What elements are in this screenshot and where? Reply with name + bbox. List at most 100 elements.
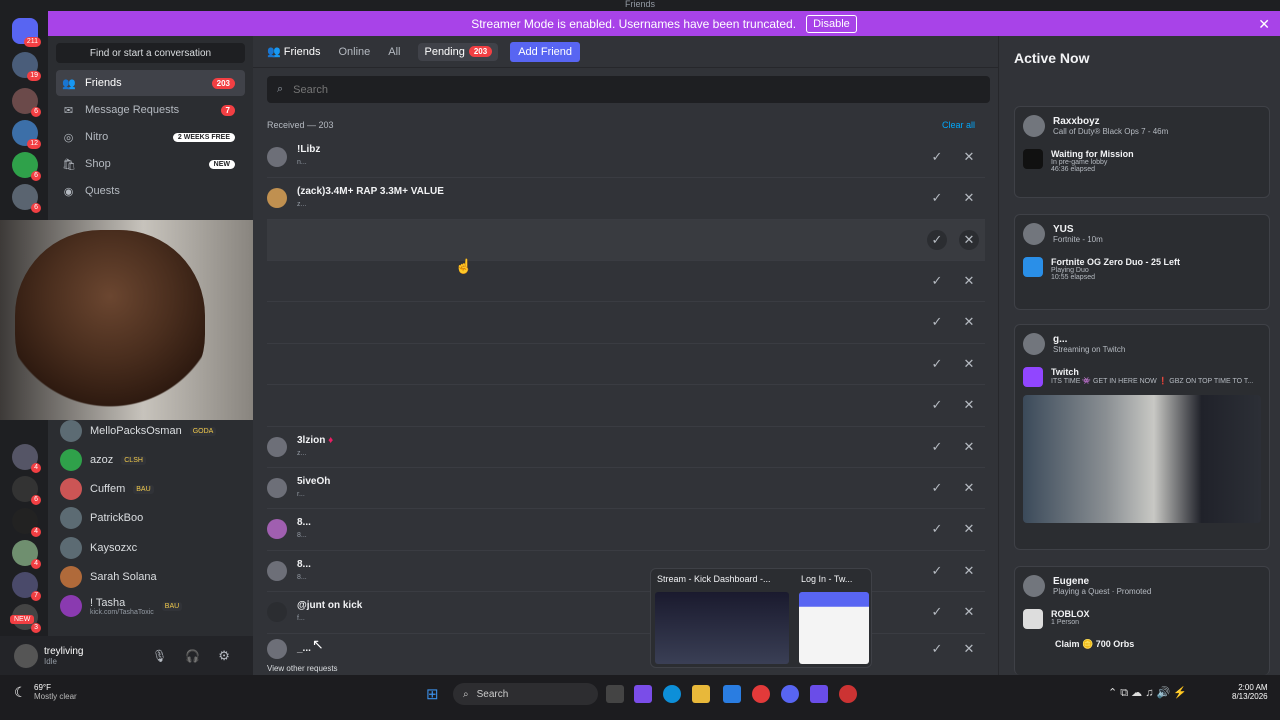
edge-icon[interactable] xyxy=(663,685,681,703)
server-icon[interactable]: 4 xyxy=(12,508,41,537)
stream-thumbnail[interactable] xyxy=(1023,395,1261,523)
decline-icon[interactable]: ✕ xyxy=(959,519,979,539)
discord-icon[interactable] xyxy=(781,685,799,703)
decline-icon[interactable]: ✕ xyxy=(959,478,979,498)
dm-item[interactable]: Kaysozxc xyxy=(60,537,137,559)
browser-icon[interactable] xyxy=(839,685,857,703)
decline-icon[interactable]: ✕ xyxy=(959,312,979,332)
server-icon[interactable]: 19 xyxy=(12,52,41,81)
avatar[interactable] xyxy=(14,643,38,668)
request-row[interactable]: (zack)3.4M+ RAP 3.3M+ VALUE z... ✓ ✕ xyxy=(267,177,985,218)
view-other-requests-link[interactable]: View other requests xyxy=(267,664,338,673)
server-icon[interactable]: 6 xyxy=(12,184,41,213)
dm-item[interactable]: Sarah Solana xyxy=(60,566,157,588)
server-icon[interactable]: 6 xyxy=(12,476,41,505)
disable-streamer-mode-button[interactable]: Disable xyxy=(806,14,857,33)
tab-all[interactable]: All xyxy=(388,46,400,58)
user-status: Idle xyxy=(44,656,57,666)
accept-icon[interactable]: ✓ xyxy=(927,230,947,250)
activity-card[interactable]: g... Streaming on Twitch Twitch ITS TIME 👾… xyxy=(1014,324,1270,550)
accept-icon[interactable]: ✓ xyxy=(927,561,947,581)
request-row[interactable]: _... ✓ ✕ xyxy=(267,633,985,663)
dm-item[interactable]: MelloPacksOsman GODA xyxy=(60,420,217,442)
headphones-icon[interactable]: 🎧 xyxy=(185,649,200,663)
decline-icon[interactable]: ✕ xyxy=(959,271,979,291)
accept-icon[interactable]: ✓ xyxy=(927,395,947,415)
decline-icon[interactable]: ✕ xyxy=(959,188,979,208)
accept-icon[interactable]: ✓ xyxy=(927,639,947,659)
decline-icon[interactable]: ✕ xyxy=(959,354,979,374)
accept-icon[interactable]: ✓ xyxy=(927,188,947,208)
decline-icon[interactable]: ✕ xyxy=(959,147,979,167)
file-explorer-icon[interactable] xyxy=(692,685,710,703)
copilot-icon[interactable] xyxy=(634,685,652,703)
preview-title-left[interactable]: Stream - Kick Dashboard -... xyxy=(657,574,771,584)
request-row[interactable]: 5iveOh r... ✓ ✕ xyxy=(267,467,985,508)
server-icon[interactable]: 7 xyxy=(12,572,41,601)
weather-icon[interactable]: ☾ xyxy=(14,684,27,701)
preview-thumbnail[interactable] xyxy=(655,592,789,664)
tab-pending[interactable]: Pending 203 xyxy=(418,42,499,61)
windows-start-icon[interactable]: ⊞ xyxy=(426,685,439,703)
activity-card[interactable]: Eugene Playing a Quest · Promoted ROBLOX 1… xyxy=(1014,566,1270,675)
request-row[interactable]: !Libz n... ✓ ✕ xyxy=(267,136,985,177)
tab-online[interactable]: Online xyxy=(338,46,370,58)
accept-icon[interactable]: ✓ xyxy=(927,147,947,167)
accept-icon[interactable]: ✓ xyxy=(927,271,947,291)
claim-orbs-button[interactable]: Claim 🪙 700 Orbs xyxy=(1015,637,1269,652)
request-row[interactable]: 8... 8... ✓ ✕ xyxy=(267,550,985,591)
clear-all-link[interactable]: Clear all xyxy=(942,120,975,130)
sidebar-item-message-requests[interactable]: ✉ Message Requests 7 xyxy=(56,97,245,123)
activity-card[interactable]: Raxxboyz Call of Duty® Black Ops 7 - 46m … xyxy=(1014,106,1270,198)
sidebar-item-friends[interactable]: 👥 Friends 203 xyxy=(56,70,245,96)
request-row[interactable]: ✓ ✕ xyxy=(267,384,985,425)
microphone-icon[interactable]: 🎙 xyxy=(152,649,167,663)
request-row[interactable]: ✓ ✕ xyxy=(267,260,985,301)
accept-icon[interactable]: ✓ xyxy=(927,478,947,498)
dm-item[interactable]: PatrickBoo xyxy=(60,507,143,529)
sidebar-item-shop[interactable]: 🛍 Shop NEW xyxy=(56,151,245,177)
request-row[interactable]: @junt on kick f... ✓ ✕ xyxy=(267,591,985,632)
accept-icon[interactable]: ✓ xyxy=(927,354,947,374)
app-icon[interactable] xyxy=(810,685,828,703)
server-icon[interactable]: 6 xyxy=(12,152,41,181)
decline-icon[interactable]: ✕ xyxy=(959,230,979,250)
sidebar-item-nitro[interactable]: ◎ Nitro 2 WEEKS FREE xyxy=(56,124,245,150)
accept-icon[interactable]: ✓ xyxy=(927,312,947,332)
decline-icon[interactable]: ✕ xyxy=(959,602,979,622)
task-view-icon[interactable] xyxy=(606,685,624,703)
decline-icon[interactable]: ✕ xyxy=(959,639,979,659)
accept-icon[interactable]: ✓ xyxy=(927,437,947,457)
decline-icon[interactable]: ✕ xyxy=(959,437,979,457)
dm-item[interactable]: Cuffem BAU xyxy=(60,478,154,500)
dm-item[interactable]: ! Tasha kick.com/TashaToxic BAU xyxy=(60,595,183,617)
store-icon[interactable] xyxy=(723,685,741,703)
request-row[interactable]: 8... 8... ✓ ✕ xyxy=(267,508,985,549)
server-icon[interactable]: 12 xyxy=(12,120,41,149)
server-icon[interactable]: 4 xyxy=(12,444,41,473)
preview-title-right[interactable]: Log In - Tw... xyxy=(801,574,852,584)
system-tray-icons[interactable]: ⌃ ⧉ ☁ ♫ 🔊 ⚡ xyxy=(1108,686,1187,700)
server-icon[interactable]: 6 xyxy=(12,88,41,117)
accept-icon[interactable]: ✓ xyxy=(927,519,947,539)
server-icon[interactable]: 4 xyxy=(12,540,41,569)
request-row[interactable]: ✓ ✕ xyxy=(267,301,985,342)
activity-card[interactable]: YUS Fortnite - 10m Fortnite OG Zero Duo -… xyxy=(1014,214,1270,310)
request-row[interactable]: ✓ ✕ xyxy=(267,219,985,260)
chrome-icon[interactable] xyxy=(752,685,770,703)
accept-icon[interactable]: ✓ xyxy=(927,602,947,622)
taskbar-search[interactable]: ⌕ Search xyxy=(453,683,598,705)
search-input[interactable] xyxy=(293,83,894,96)
gear-icon[interactable]: ⚙ xyxy=(218,648,230,664)
close-icon[interactable]: ✕ xyxy=(1258,16,1270,33)
home-button[interactable]: 211 xyxy=(12,18,41,47)
find-conversation-button[interactable]: Find or start a conversation xyxy=(56,43,245,63)
request-row[interactable]: 3lzion ♦ z... ✓ ✕ xyxy=(267,426,985,467)
decline-icon[interactable]: ✕ xyxy=(959,561,979,581)
add-friend-button[interactable]: Add Friend xyxy=(510,41,581,62)
dm-item[interactable]: azoz CLSH xyxy=(60,449,146,471)
sidebar-item-quests[interactable]: ◉ Quests xyxy=(56,178,245,204)
decline-icon[interactable]: ✕ xyxy=(959,395,979,415)
request-row[interactable]: ✓ ✕ xyxy=(267,343,985,384)
preview-thumbnail[interactable] xyxy=(799,592,869,664)
